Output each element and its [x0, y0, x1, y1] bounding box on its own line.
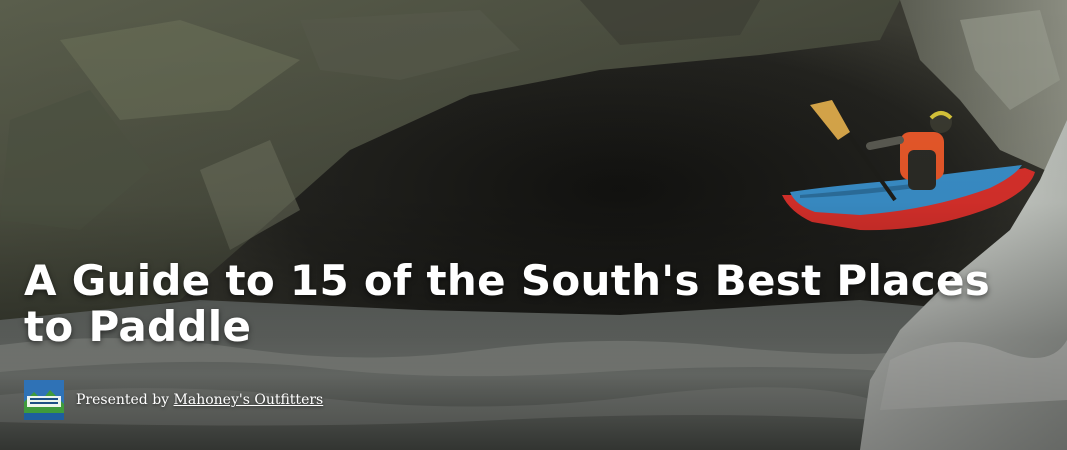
sponsor-credit: Presented by Mahoney's Outfitters: [24, 380, 323, 420]
sponsor-prefix: Presented by: [76, 392, 170, 408]
article-hero: A Guide to 15 of the South's Best Places…: [0, 0, 1067, 450]
article-title: A Guide to 15 of the South's Best Places…: [24, 256, 991, 351]
sponsor-link[interactable]: Mahoney's Outfitters: [174, 392, 324, 408]
mahoneys-outfitters-logo-icon[interactable]: [24, 380, 64, 420]
sponsor-text: Presented by Mahoney's Outfitters: [76, 392, 323, 408]
